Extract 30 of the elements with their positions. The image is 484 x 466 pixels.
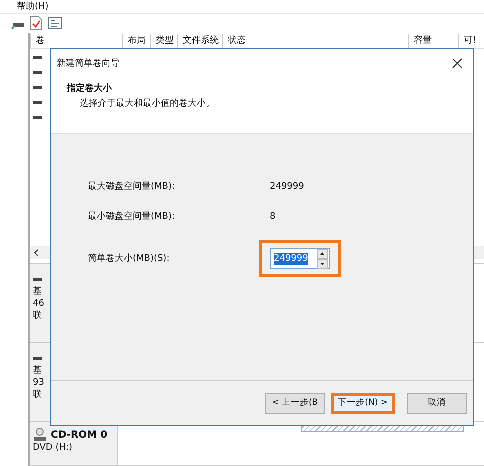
properties-icon[interactable] bbox=[48, 16, 64, 31]
field-value: 8 bbox=[270, 212, 276, 222]
drive-icon bbox=[33, 354, 42, 362]
next-button[interactable]: 下一步(N) > bbox=[331, 392, 395, 414]
checklist-icon[interactable] bbox=[29, 16, 45, 31]
field-value: 249999 bbox=[270, 182, 304, 192]
step-description: 选择介于最大和最小值的卷大小。 bbox=[79, 98, 216, 110]
disk-info: DVD (H:) bbox=[33, 442, 74, 454]
field-label: 最小磁盘空间量(MB): bbox=[88, 210, 176, 223]
field-label: 最大磁盘空间量(MB): bbox=[88, 180, 176, 193]
disk-info: 46 bbox=[33, 298, 46, 310]
disk-info: 联 bbox=[33, 310, 43, 322]
spin-down-button[interactable] bbox=[317, 258, 328, 268]
menu-item[interactable]: 帮助(H) bbox=[17, 0, 49, 13]
volume-size-field[interactable]: 249999 bbox=[270, 248, 330, 269]
disk-info: 93 bbox=[33, 377, 46, 389]
step-heading: 指定卷大小 bbox=[67, 82, 113, 95]
dialog-title: 新建简单卷向导 bbox=[57, 58, 120, 70]
back-button[interactable]: < 上一步(B bbox=[265, 392, 326, 414]
disk-name: CD-ROM 0 bbox=[51, 430, 108, 440]
disk-info: 基 bbox=[33, 365, 43, 377]
disk-info: 基 bbox=[33, 286, 43, 298]
cancel-button[interactable]: 取消 bbox=[407, 392, 467, 414]
spin-up-button[interactable] bbox=[317, 248, 328, 258]
disk-info: 联 bbox=[33, 389, 43, 401]
field-label: 简单卷大小(MB)(S): bbox=[88, 252, 171, 265]
close-icon[interactable] bbox=[452, 58, 463, 68]
drive-icon bbox=[33, 276, 42, 282]
optical-drive-icon bbox=[33, 428, 47, 442]
scroll-left-icon[interactable] bbox=[33, 248, 40, 256]
